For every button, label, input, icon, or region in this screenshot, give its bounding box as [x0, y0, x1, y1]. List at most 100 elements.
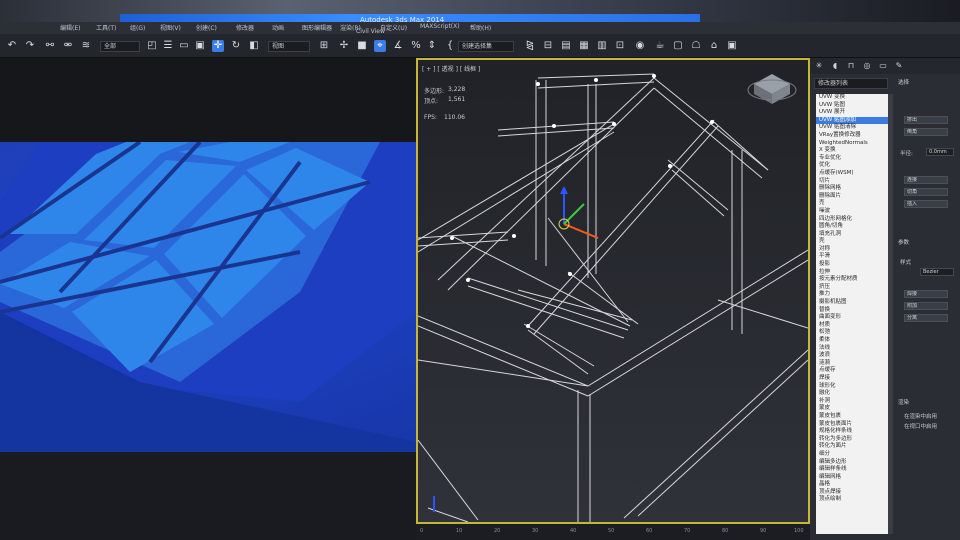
graphite-tools-icon[interactable]: ▦ [578, 40, 590, 52]
timeline-ruler[interactable]: 0 10 20 30 40 50 60 70 80 90 100 [416, 524, 810, 540]
align-icon[interactable]: ⊟ [542, 40, 554, 52]
curve-editor-icon[interactable]: ▥ [596, 40, 608, 52]
radius-field[interactable]: 0.0mm [926, 148, 954, 156]
angle-snap-icon[interactable]: ∡ [392, 40, 404, 52]
menu-item[interactable]: 图形编辑器 [302, 23, 332, 32]
modifier-list-item[interactable]: 切片 [816, 178, 888, 186]
scale-icon[interactable]: ◧ [248, 40, 260, 52]
extrude-button[interactable]: 挤出 [904, 116, 948, 124]
modifier-list-item[interactable]: 焊接 [816, 375, 888, 383]
material-editor-icon[interactable]: ◉ [634, 40, 646, 52]
modifier-list-item[interactable]: 四边形网格化 [816, 216, 888, 224]
rect-selection-icon[interactable]: ▭ [178, 40, 190, 52]
unlink-icon[interactable]: ⚮ [62, 40, 74, 52]
modifier-list-item[interactable]: 波浪 [816, 352, 888, 360]
modifier-list-item[interactable]: 顶点绘制 [816, 496, 888, 504]
menu-item[interactable]: 帮助(H) [470, 23, 491, 32]
snap-toggle-icon[interactable]: ⌖ [374, 40, 386, 52]
render-setup-icon[interactable]: ☕ [654, 40, 666, 52]
modifier-list-item[interactable]: 噪波 [816, 208, 888, 216]
menu-item[interactable]: 动画 [272, 23, 284, 32]
motion-tab-icon[interactable]: ◎ [862, 61, 872, 71]
modifier-list-item[interactable]: 松弛 [816, 329, 888, 337]
modify-tab-icon[interactable]: ◖ [830, 61, 840, 71]
hierarchy-tab-icon[interactable]: ⊓ [846, 61, 856, 71]
insert-button[interactable]: 插入 [904, 200, 948, 208]
modifier-list-item[interactable]: 蒙皮包裹 [816, 413, 888, 421]
keyboard-shortcut-icon[interactable]: ■ [356, 40, 368, 52]
rendered-frame-icon[interactable]: ▢ [672, 40, 684, 52]
undo-icon[interactable]: ↶ [6, 40, 18, 52]
select-by-name-icon[interactable]: ☰ [162, 40, 174, 52]
enable-in-viewport-checkbox[interactable]: 在视口中启用 [904, 422, 937, 430]
create-tab-icon[interactable]: ✳ [814, 61, 824, 71]
reference-coord-dropdown[interactable]: 视图 [268, 41, 310, 52]
modifier-list-item[interactable]: 转化为面片 [816, 443, 888, 451]
named-selection-dropdown[interactable]: 创建选择集 [458, 41, 514, 52]
modifier-list-item[interactable]: 编辑多边形 [816, 459, 888, 467]
modifier-list-dropdown[interactable]: 修改器列表 [814, 78, 888, 89]
modifier-list-item[interactable]: VRay置换修改器 [816, 132, 888, 140]
modifier-list-item[interactable]: 蒙皮 [816, 405, 888, 413]
menu-item[interactable]: 视图(V) [160, 23, 181, 32]
connect-button[interactable]: 连接 [904, 176, 948, 184]
render-iterative-icon[interactable]: ⌂ [708, 40, 720, 52]
percent-snap-icon[interactable]: % [410, 40, 422, 52]
window-crossing-icon[interactable]: ▣ [194, 40, 206, 52]
pivot-center-icon[interactable]: ⊞ [318, 40, 330, 52]
modifier-list-item[interactable]: 蒙皮包裹面片 [816, 421, 888, 429]
modifier-list-item[interactable]: 细分 [816, 451, 888, 459]
modifier-list-item[interactable]: 规格化样条线 [816, 428, 888, 436]
modifier-list-item[interactable]: 平滑 [816, 253, 888, 261]
menu-item[interactable]: 工具(T) [96, 23, 116, 32]
modifier-list-item[interactable]: 投影 [816, 261, 888, 269]
modifier-list-item[interactable]: 晶格 [816, 481, 888, 489]
selection-filter-dropdown[interactable]: 全部 [100, 41, 140, 52]
display-tab-icon[interactable]: ▭ [878, 61, 888, 71]
style-field[interactable]: Bezier [920, 268, 954, 276]
modifier-list-item[interactable]: 推力 [816, 291, 888, 299]
modifier-list[interactable]: UVW 变换 UVW 贴图 UVW 展开 UVW 贴图添加 UVW 贴图清除 VRay置换… [816, 94, 888, 534]
menu-item[interactable]: 组(G) [130, 23, 145, 32]
rollout-selection-header[interactable]: 选择 [898, 78, 909, 86]
weld-button[interactable]: 焊接 [904, 290, 948, 298]
modifier-list-item[interactable]: 壳 [816, 238, 888, 246]
modifier-list-item[interactable]: 圆角/切角 [816, 223, 888, 231]
bind-spacewarp-icon[interactable]: ≋ [80, 40, 92, 52]
modifier-list-item[interactable]: 删除面片 [816, 193, 888, 201]
modifier-list-item[interactable]: 编辑样条线 [816, 466, 888, 474]
modifier-list-item[interactable]: UVW 展开 [816, 109, 888, 117]
detach-button[interactable]: 分离 [904, 314, 948, 322]
mirror-icon[interactable]: ⧎ [524, 40, 536, 52]
modifier-list-item[interactable]: 柔体 [816, 337, 888, 345]
rotate-icon[interactable]: ↻ [230, 40, 242, 52]
attach-button[interactable]: 附加 [904, 302, 948, 310]
render-production-icon[interactable]: ☖ [690, 40, 702, 52]
modifier-list-item[interactable]: UVW 变换 [816, 94, 888, 102]
modifier-list-item[interactable]: 填充孔洞 [816, 231, 888, 239]
move-icon[interactable]: ✛ [212, 40, 224, 52]
rollout-render-header[interactable]: 渲染 [898, 398, 909, 406]
modifier-list-scrollbar[interactable] [888, 94, 893, 534]
link-icon[interactable]: ⚯ [44, 40, 56, 52]
enable-in-renderer-checkbox[interactable]: 在渲染中启用 [904, 412, 937, 420]
layer-manager-icon[interactable]: ▤ [560, 40, 572, 52]
modifier-list-item[interactable]: 融化 [816, 390, 888, 398]
modifier-list-item[interactable]: 按元素分配材质 [816, 276, 888, 284]
schematic-view-icon[interactable]: ⊡ [614, 40, 626, 52]
perspective-viewport[interactable]: [ + ] [ 透视 ] [ 线框 ] 多边形: 3,228 顶点: 1,561… [416, 58, 810, 524]
select-manipulate-icon[interactable]: ✢ [338, 40, 350, 52]
menu-item[interactable]: 修改器 [236, 23, 254, 32]
modifier-list-item[interactable]: 曲面变形 [816, 314, 888, 322]
modifier-list-item[interactable]: 点缓存(WSM) [816, 170, 888, 178]
modifier-list-item[interactable]: X 变换 [816, 147, 888, 155]
render-active-shade-icon[interactable]: ▣ [726, 40, 738, 52]
spinner-snap-icon[interactable]: ⇕ [426, 40, 438, 52]
modifier-list-item[interactable]: 优化 [816, 162, 888, 170]
menu-item[interactable]: 编辑(E) [60, 23, 80, 32]
utilities-tab-icon[interactable]: ✎ [894, 61, 904, 71]
rollout-param-header[interactable]: 参数 [898, 238, 909, 246]
modifier-list-item[interactable]: 摄影机贴图 [816, 299, 888, 307]
modifier-list-item[interactable]: UVW 贴图清除 [816, 124, 888, 132]
edit-named-selection-icon[interactable]: { [444, 40, 456, 52]
